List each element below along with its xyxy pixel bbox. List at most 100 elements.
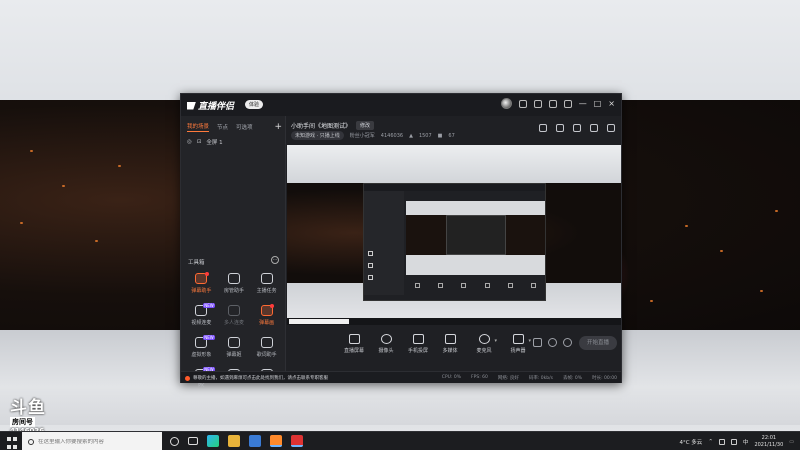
network-icon[interactable]	[718, 438, 725, 445]
search-icon	[28, 438, 34, 445]
room-meta: 未知游戏 · 只播上线 粉丝小冠军 4146036 ▲ 1507 ■ 67	[291, 131, 455, 140]
tool-label: 虚拟形象	[191, 352, 212, 358]
task-view-icon[interactable]	[188, 437, 198, 445]
gift-icon[interactable]	[548, 99, 557, 108]
add-scene-button[interactable]: +	[274, 122, 282, 132]
tool-virtual-avatar[interactable]: NEW 虚拟形象	[185, 335, 218, 361]
maximize-button[interactable]: □	[594, 99, 602, 108]
user-avatar[interactable]	[500, 98, 512, 109]
multimedia-button[interactable]: 多媒体	[435, 334, 465, 354]
clock[interactable]: 22:01 2021/11/30	[754, 435, 783, 449]
cortana-icon[interactable]	[170, 436, 179, 446]
search-input[interactable]	[38, 438, 158, 445]
tool-room-manager[interactable]: 房管助手	[218, 273, 251, 297]
scene-item[interactable]: ◎ ⊡ 全屏 1	[187, 138, 223, 146]
layout-icon[interactable]	[573, 124, 581, 132]
volume-icon[interactable]	[730, 438, 737, 445]
stream-stats: CPU: 0% FPS: 60 网络: 良好 码率: 0kb/s 丢帧: 0% …	[442, 375, 617, 381]
tab-options[interactable]: 可选项	[236, 123, 253, 131]
notice-link[interactable]: 尊敬的主播，如遇到麻烦可点击此处找到我们，请点击联系专职客服	[185, 375, 328, 381]
store-icon[interactable]	[249, 435, 261, 447]
notification-icon[interactable]: ▭	[789, 439, 794, 445]
chevron-down-icon[interactable]: ▾	[528, 338, 531, 344]
start-button[interactable]	[0, 432, 22, 450]
microphone-button[interactable]: ▾ 麦克风	[469, 334, 499, 354]
input-language[interactable]: 中	[743, 438, 749, 446]
settings-icon[interactable]	[563, 99, 572, 108]
nested-control-icon	[461, 282, 467, 288]
main-area: 小助手间《地图测试》 修改 未知游戏 · 只播上线 粉丝小冠军 4146036 …	[287, 116, 621, 371]
notification-dot	[269, 304, 274, 308]
file-explorer-icon[interactable]	[228, 435, 240, 447]
nested-tool-icon	[368, 275, 373, 280]
lock-icon[interactable]: ⊡	[197, 139, 202, 145]
wallpaper-ember	[62, 185, 65, 187]
bell-icon[interactable]	[590, 124, 598, 132]
taskbar-apps	[170, 435, 303, 447]
nested-control-icon	[530, 282, 536, 288]
taskbar-search[interactable]	[22, 432, 162, 450]
close-button[interactable]: ×	[608, 99, 615, 108]
stat-cpu: CPU: 0%	[441, 375, 462, 380]
nested-control-icon	[438, 282, 444, 288]
toolbox-title: 工具箱	[188, 260, 205, 266]
preview-desktop-top	[287, 145, 621, 183]
wallpaper-ember	[30, 150, 33, 152]
tab-nodes[interactable]: 节点	[217, 123, 228, 131]
toolbox-more-button[interactable]: ···	[271, 256, 279, 264]
nested-control-icon	[484, 282, 490, 288]
live-assistant-taskbar-icon[interactable]	[270, 435, 282, 447]
record-icon[interactable]	[533, 338, 542, 347]
title-bar: 直播伴侣 体验 — □ ×	[181, 94, 621, 116]
phone-cast-button[interactable]: 手机投屏	[403, 334, 433, 354]
tool-label: 房管助手	[223, 288, 244, 294]
camera-button[interactable]: 摄像头	[371, 334, 401, 354]
tool-label: PK	[198, 383, 205, 389]
stream-preview[interactable]	[287, 145, 621, 325]
tool-danmu-assistant[interactable]: 弹幕助手	[185, 272, 218, 297]
tool-lyrics[interactable]: 歌词助手	[250, 337, 283, 361]
share-icon[interactable]	[607, 124, 615, 132]
nested-recursive-window	[446, 215, 506, 255]
notice-icon	[185, 375, 190, 381]
multi-user-icon	[227, 305, 240, 316]
eye-icon[interactable]: ◎	[187, 139, 192, 145]
control-label: 麦克风	[476, 348, 492, 354]
category-select[interactable]: 未知游戏 · 只播上线	[291, 131, 344, 140]
gift-icon[interactable]	[539, 124, 547, 132]
douyu-taskbar-icon[interactable]	[291, 435, 303, 447]
feedback-icon[interactable]	[533, 99, 542, 108]
version-badge[interactable]: 体验	[245, 100, 264, 109]
tab-my-scenes[interactable]: 我的场景	[187, 122, 210, 132]
speaker-button[interactable]: ▾ 扬声器	[503, 334, 533, 354]
tool-video-link[interactable]: NEW 视频连麦	[185, 303, 218, 329]
status-bar: 尊敬的主播，如遇到麻烦可点击此处找到我们，请点击联系专职客服 CPU: 0% F…	[181, 371, 621, 383]
tool-streamer-tasks[interactable]: 主播任务	[250, 273, 283, 297]
stat-network: 网络: 良好	[497, 376, 519, 381]
hot-count: 1507	[418, 132, 432, 139]
minimize-button[interactable]: —	[579, 99, 587, 108]
task-icon	[260, 273, 273, 284]
fans-count: 67	[448, 132, 455, 139]
clock-date: 2021/11/30	[754, 441, 784, 448]
gear-icon[interactable]	[563, 338, 572, 347]
wallpaper-ember	[95, 240, 98, 242]
stat-dropped: 丢帧: 0%	[562, 376, 583, 381]
edge-icon[interactable]	[207, 435, 219, 447]
message-icon[interactable]	[518, 99, 527, 108]
lock-icon[interactable]	[556, 124, 564, 132]
chevron-down-icon[interactable]: ▾	[494, 338, 497, 344]
notice-text: 尊敬的主播，如遇到麻烦可点击此处找到我们，请点击联系专职客服	[193, 376, 328, 381]
chevron-up-icon[interactable]: ⌃	[708, 439, 713, 445]
weather[interactable]: 4°C 多云	[679, 438, 702, 446]
start-live-button[interactable]: 开始直播	[579, 336, 617, 350]
stat-fps: FPS: 60	[471, 375, 488, 380]
tool-danmu-draw[interactable]: 弹幕画	[250, 304, 283, 329]
edit-title-button[interactable]: 修改	[356, 121, 375, 130]
tool-danmu-ji[interactable]: 弹幕姬	[218, 337, 251, 361]
microphone-icon	[478, 334, 490, 344]
control-label: 扬声器	[510, 348, 526, 354]
tool-label: 多人连麦	[223, 320, 244, 326]
eye-icon[interactable]	[548, 338, 557, 347]
screen-capture-button[interactable]: 直播屏幕	[339, 334, 369, 354]
